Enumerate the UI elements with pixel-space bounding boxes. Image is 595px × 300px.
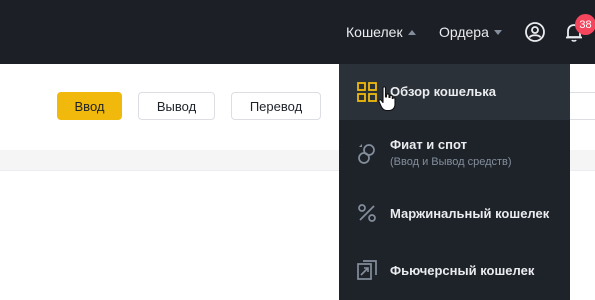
orders-menu-label: Ордера [439, 24, 489, 40]
wallet-menu-toggle[interactable]: Кошелек [346, 22, 416, 42]
wallet-dropdown-menu: Обзор кошелька Фиат и спот (Ввод и Вывод… [339, 64, 570, 300]
notification-count-badge: 38 [575, 14, 595, 35]
caret-up-icon [407, 29, 416, 35]
menu-item-label: Маржинальный кошелек [390, 206, 550, 221]
menu-item-margin-wallet[interactable]: Маржинальный кошелек [339, 186, 570, 242]
menu-item-fiat-spot[interactable]: Фиат и спот (Ввод и Вывод средств) [339, 120, 570, 186]
menu-item-sublabel: (Ввод и Вывод средств) [390, 156, 512, 168]
orders-menu-toggle[interactable]: Ордера [439, 22, 502, 42]
futures-icon [357, 260, 377, 280]
user-circle-icon [525, 22, 545, 42]
menu-item-label: Фиат и спот [390, 137, 467, 152]
deposit-button[interactable]: Ввод [57, 92, 122, 120]
transfer-button[interactable]: Перевод [231, 92, 321, 120]
menu-item-wallet-overview[interactable]: Обзор кошелька [339, 64, 570, 120]
top-nav-bar: Кошелек Ордера 38 [0, 0, 595, 64]
profile-button[interactable] [524, 21, 546, 48]
grid-icon [357, 82, 377, 102]
menu-item-futures-wallet[interactable]: Фьючерсный кошелек [339, 242, 570, 300]
fiat-spot-icon [358, 144, 375, 164]
caret-down-icon [493, 29, 502, 35]
withdraw-button[interactable]: Вывод [138, 92, 215, 120]
menu-item-label: Фьючерсный кошелек [390, 263, 535, 278]
percent-icon [358, 204, 376, 222]
wallet-menu-label: Кошелек [346, 24, 403, 40]
menu-item-label: Обзор кошелька [390, 84, 496, 99]
hand-cursor-icon [378, 86, 396, 112]
